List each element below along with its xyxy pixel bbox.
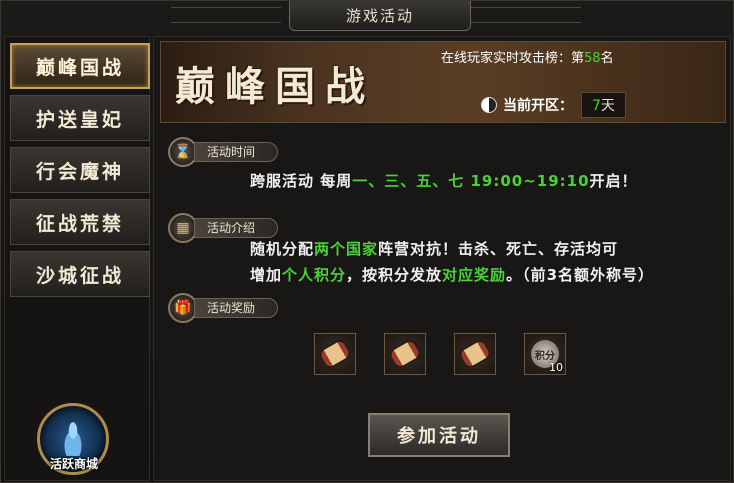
reward-item[interactable] xyxy=(314,333,356,375)
activity-banner: 巅峰国战 在线玩家实时攻击榜：第58名 当前开区： 7天 xyxy=(160,41,726,123)
section-intro-label: 活动介绍 xyxy=(194,218,279,238)
server-days-unit: 天 xyxy=(600,98,615,114)
tab-guild-demon[interactable]: 行会魔神 xyxy=(10,147,150,193)
tab-peak-national-war[interactable]: 巅峰国战 xyxy=(10,43,150,89)
intro-l2-a: 增加 xyxy=(250,266,283,284)
tab-sand-city-war[interactable]: 沙城征战 xyxy=(10,251,150,297)
time-text: 跨服活动 每周一、三、五、七 19:00~19:10开启！ xyxy=(250,168,638,194)
rank-text: 在线玩家实时攻击榜：第58名 xyxy=(441,47,614,66)
reward-item[interactable] xyxy=(454,333,496,375)
server-label: 当前开区： xyxy=(503,98,573,114)
warrior-icon xyxy=(60,422,86,456)
time-text-part1: 跨服活动 每周 xyxy=(250,172,353,190)
activity-detail-panel: 巅峰国战 在线玩家实时攻击榜：第58名 当前开区： 7天 ⌛ 活动时间 跨服活动… xyxy=(153,36,731,481)
intro-l2-b: 个人积分 xyxy=(282,266,347,284)
rank-value: 58 xyxy=(584,51,601,66)
time-text-part3: 开启！ xyxy=(589,172,638,190)
intro-l2-c: ，按积分发放 xyxy=(346,266,443,284)
intro-line-2: 增加个人积分，按积分发放对应奖励。（前3名额外称号） xyxy=(250,262,654,288)
title-ornament-left xyxy=(171,7,281,23)
reward-list: 积分 10 xyxy=(314,333,566,375)
tab-wasteland-campaign[interactable]: 征战荒禁 xyxy=(10,199,150,245)
title-ornament-right xyxy=(471,7,581,23)
reward-item[interactable]: 积分 10 xyxy=(524,333,566,375)
yin-yang-icon xyxy=(481,97,497,113)
reward-item[interactable] xyxy=(384,333,426,375)
intro-l1-c: 阵营对抗！击杀、死亡、存活均可 xyxy=(378,240,619,258)
section-time-header: ⌛ 活动时间 xyxy=(168,137,279,167)
server-info: 当前开区： 7天 xyxy=(481,92,626,118)
scroll-icon xyxy=(459,339,491,369)
banner-title: 巅峰国战 xyxy=(175,63,375,110)
join-activity-button[interactable]: 参加活动 xyxy=(368,413,510,457)
scroll-icon xyxy=(319,339,351,369)
rank-prefix: 在线玩家实时攻击榜：第 xyxy=(441,51,585,66)
rank-suffix: 名 xyxy=(600,51,614,66)
intro-l2-d: 对应奖励 xyxy=(442,266,507,284)
time-text-days: 一、三、五、七 19:00~19:10 xyxy=(352,172,590,190)
scroll-icon xyxy=(389,339,421,369)
active-shop-label: 活跃商城 xyxy=(49,457,98,471)
intro-l1-a: 随机分配 xyxy=(250,240,315,258)
intro-line-1: 随机分配两个国家阵营对抗！击杀、死亡、存活均可 xyxy=(250,236,618,262)
tab-escort-consort[interactable]: 护送皇妃 xyxy=(10,95,150,141)
section-time-label: 活动时间 xyxy=(194,142,279,162)
server-days-value: 7 xyxy=(592,98,601,114)
reward-count: 10 xyxy=(549,361,563,374)
window-title: 游戏活动 xyxy=(289,1,471,31)
activity-window: 游戏活动 巅峰国战 护送皇妃 行会魔神 征战荒禁 沙城征战 活跃商城 巅峰国战 … xyxy=(0,0,734,483)
server-days-box: 7天 xyxy=(581,92,626,118)
intro-l1-b: 两个国家 xyxy=(314,240,379,258)
intro-l2-e: 。（前3名额外称号） xyxy=(506,266,655,284)
section-rewards-label: 活动奖励 xyxy=(194,298,279,318)
section-rewards-header: 🎁 活动奖励 xyxy=(168,293,279,323)
